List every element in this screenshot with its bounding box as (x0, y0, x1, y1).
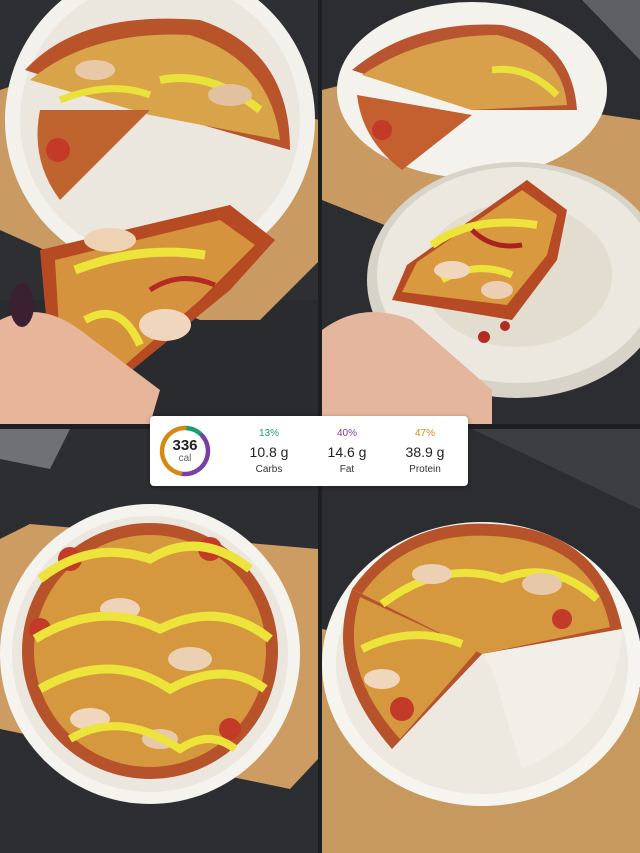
pizza-missing-slice-image (322, 429, 640, 853)
pizza-slice-on-plate-image (322, 0, 640, 424)
macro-protein: 47% 38.9 g Protein (386, 427, 464, 476)
photo-pizza-held-slice (0, 0, 318, 424)
protein-percent: 47% (414, 427, 435, 439)
photo-pizza-missing-slice (322, 429, 640, 853)
macro-carbs: 13% 10.8 g Carbs (230, 427, 308, 476)
calorie-ring: 336 cal (158, 424, 212, 478)
fat-label: Fat (339, 463, 355, 475)
carbs-label: Carbs (255, 463, 283, 475)
fat-grams: 14.6 g (327, 443, 367, 460)
pizza-held-slice-image (0, 0, 318, 424)
calorie-unit: cal (178, 452, 192, 464)
photo-pizza-slice-on-plate (322, 0, 640, 424)
photo-whole-pizza (0, 429, 318, 853)
carbs-grams: 10.8 g (249, 443, 289, 460)
calorie-value: 336 (172, 436, 198, 454)
fat-percent: 40% (336, 427, 357, 439)
whole-pizza-image (0, 429, 318, 853)
calorie-total: 336 cal (158, 424, 212, 478)
protein-grams: 38.9 g (405, 443, 445, 460)
carbs-percent: 13% (258, 427, 279, 439)
nutrition-summary-card: 336 cal 13% 10.8 g Carbs 40% 14.6 g Fat … (150, 416, 468, 486)
photo-collage: 336 cal 13% 10.8 g Carbs 40% 14.6 g Fat … (0, 0, 640, 853)
macro-fat: 40% 14.6 g Fat (308, 427, 386, 476)
protein-label: Protein (409, 463, 441, 475)
